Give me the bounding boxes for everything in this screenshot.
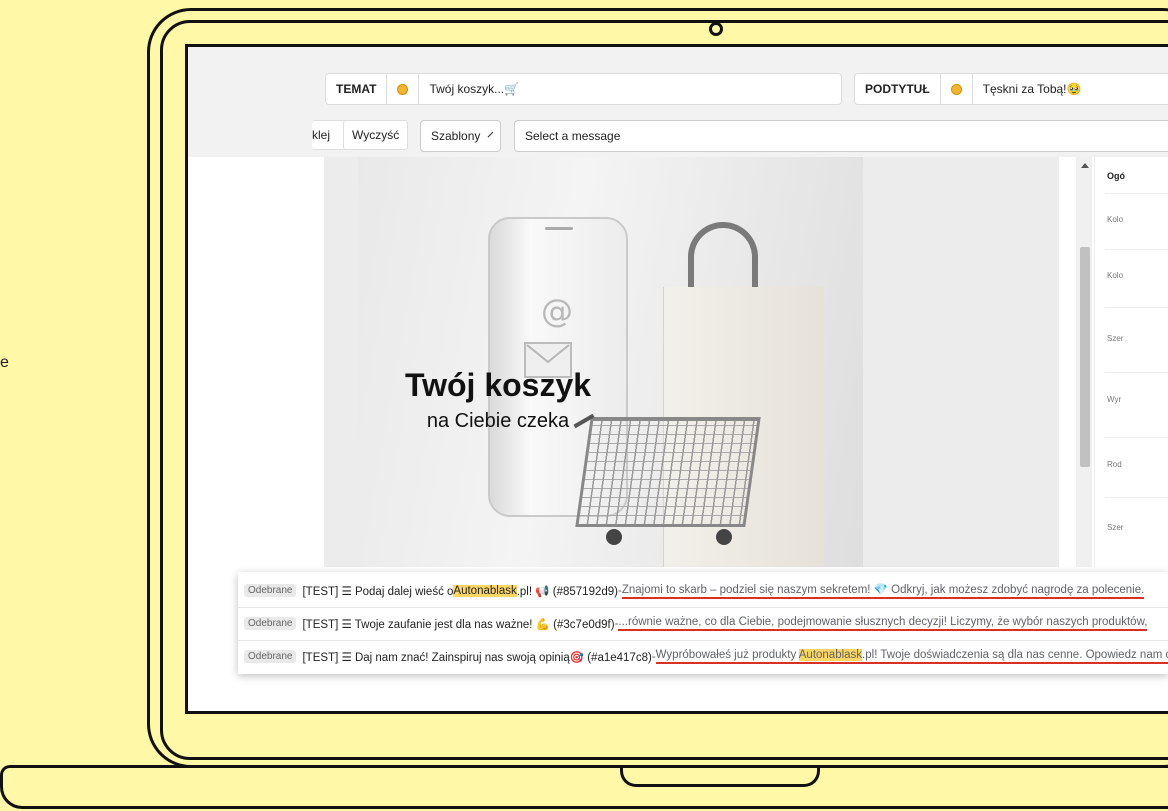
shopping-cart-graphic <box>575 417 761 527</box>
inbox-badge: Odebrane <box>244 617 297 630</box>
inbox-badge: Odebrane <box>244 650 297 663</box>
templates-dropdown[interactable]: Szablony <box>420 120 501 152</box>
hero-image: @ Twój koszyk na Ciebie czeka <box>358 157 863 567</box>
scroll-up-arrow-icon[interactable] <box>1081 163 1089 168</box>
setting-label: Szer <box>1107 523 1124 532</box>
hero-subtitle: na Ciebie czeka <box>426 410 570 432</box>
subject-input[interactable]: Twój koszyk...🛒 <box>419 82 519 96</box>
email-snippet: Wypróbowałeś już produkty Autonablask.pl… <box>655 649 1168 664</box>
divider <box>1105 193 1168 194</box>
email-snippet: Znajomi to skarb – podziel się naszym se… <box>621 582 1145 599</box>
webcam-icon <box>709 22 723 36</box>
subject-field[interactable]: TEMAT Twój koszyk...🛒 <box>325 73 842 105</box>
subtitle-field[interactable]: PODTYTUŁ Tęskni za Tobą!🥹 <box>854 73 1168 105</box>
settings-panel: Ogó Kolo Kolo Szer Wyr Rod Szer <box>1094 157 1168 567</box>
phone-speaker <box>545 227 573 230</box>
setting-label: Kolo <box>1107 215 1124 224</box>
divider <box>1105 372 1168 373</box>
email-subject-end: .pl! 📢 (#857192d9) <box>516 585 618 598</box>
divider <box>386 74 388 104</box>
email-subject: [TEST] ☰ Podaj dalej wieść o <box>302 585 454 598</box>
brand-highlight: Autonablask <box>453 584 517 597</box>
at-sign-icon: @ <box>541 292 573 330</box>
email-row[interactable]: Odebrane [TEST] ☰ Twoje zaufanie jest dl… <box>238 607 1168 641</box>
message-select-placeholder: Select a message <box>525 129 621 143</box>
divider <box>1105 307 1168 308</box>
setting-label: Szer <box>1107 334 1124 343</box>
cart-wheel <box>716 529 732 545</box>
settings-heading: Ogó <box>1107 171 1125 181</box>
setting-label: Kolo <box>1107 271 1124 280</box>
inbox-badge: Odebrane <box>244 584 297 597</box>
clear-button[interactable]: Wyczyść <box>343 120 409 150</box>
divider <box>939 74 941 104</box>
laptop-base <box>0 765 1168 809</box>
divider <box>1105 497 1168 498</box>
chevron-down-icon <box>488 131 494 137</box>
divider <box>1105 437 1168 438</box>
scrollbar-thumb[interactable] <box>1080 247 1090 467</box>
subtitle-label: PODTYTUŁ <box>865 82 930 96</box>
subject-label: TEMAT <box>336 82 377 96</box>
divider <box>1105 249 1168 250</box>
email-subject: [TEST] ☰ Twoje zaufanie jest dla nas waż… <box>302 618 615 631</box>
email-snippet-end: .pl! Twoje doświadczenia są dla nas cenn… <box>862 649 1168 661</box>
brand-highlight: Autonablask <box>798 649 863 661</box>
message-select[interactable]: Select a message <box>514 120 1168 152</box>
paste-button-label: klej <box>312 128 331 142</box>
emoji-picker-icon[interactable] <box>397 83 409 95</box>
email-snippet: ...równie ważne, co dla Ciebie, podejmow… <box>618 616 1148 631</box>
cart-wheel <box>606 529 622 545</box>
email-snippet-start: Wypróbowałeś już produkty <box>655 649 799 661</box>
setting-label: Rod <box>1107 460 1122 469</box>
email-subject: [TEST] ☰ Daj nam znać! Zainspiruj nas sw… <box>302 651 652 664</box>
hero-title: Twój koszyk <box>404 367 592 403</box>
email-row[interactable]: Odebrane [TEST] ☰ Podaj dalej wieść o Au… <box>238 574 1168 608</box>
laptop-notch <box>620 765 820 787</box>
email-list: Odebrane [TEST] ☰ Podaj dalej wieść o Au… <box>238 572 1168 674</box>
email-row[interactable]: Odebrane [TEST] ☰ Daj nam znać! Zainspir… <box>238 640 1168 673</box>
setting-label: Wyr <box>1107 395 1122 404</box>
side-text-fragment: e <box>0 354 9 371</box>
subtitle-input[interactable]: Tęskni za Tobą!🥹 <box>973 82 1082 96</box>
templates-dropdown-label: Szablony <box>431 129 481 143</box>
clear-button-label: Wyczyść <box>352 128 400 142</box>
emoji-picker-icon[interactable] <box>950 83 962 95</box>
